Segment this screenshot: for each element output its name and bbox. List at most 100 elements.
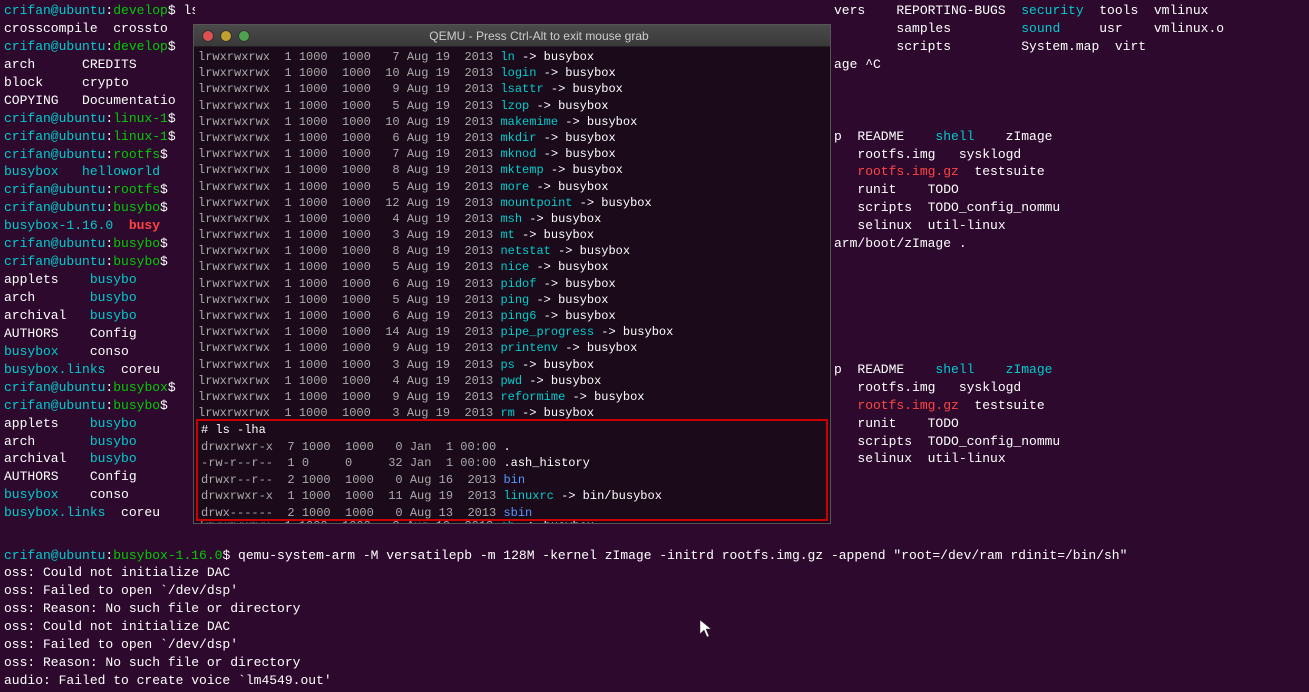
qemu-lsha-line: drwxrwxr-x 1 1000 1000 11 Aug 19 2013 li… — [201, 488, 823, 505]
audio-line: audio: Failed to create voice `lm4549.ou… — [4, 672, 1305, 690]
terminal-line: runit TODO — [834, 415, 1305, 433]
terminal-line: block crypto — [4, 74, 191, 92]
oss-line-1: oss: Could not initialize DAC — [4, 564, 1305, 582]
terminal-line: selinux util-linux — [834, 450, 1305, 468]
terminal-line: COPYING Documentatio — [4, 92, 191, 110]
qemu-content: lrwxrwxrwx 1 1000 1000 7 Aug 19 2013 ln … — [194, 47, 830, 523]
terminal-line: crifan@ubuntu:busybo$ — [4, 253, 191, 271]
qemu-ls-line: lrwxrwxrwx 1 1000 1000 4 Aug 19 2013 msh… — [198, 211, 826, 227]
qemu-title: QEMU - Press Ctrl-Alt to exit mouse grab — [256, 29, 822, 43]
terminal-background: crifan@ubuntu:develop$ ls crosscompile c… — [0, 0, 1309, 692]
qemu-close-button[interactable] — [202, 30, 214, 42]
qemu-ls-line: lrwxrwxrwx 1 1000 1000 5 Aug 19 2013 nic… — [198, 259, 826, 275]
terminal-line: archival busybo — [4, 450, 191, 468]
qemu-ls-line: lrwxrwxrwx 1 1000 1000 3 Aug 19 2013 ps … — [198, 357, 826, 373]
qemu-titlebar: QEMU - Press Ctrl-Alt to exit mouse grab — [194, 25, 830, 47]
terminal-line — [834, 325, 1305, 343]
qemu-ls-line: lrwxrwxrwx 1 1000 1000 9 Aug 19 2013 pri… — [198, 340, 826, 356]
terminal-line: crosscompile crossto — [4, 20, 191, 38]
terminal-line: rootfs.img.gz testsuite — [834, 397, 1305, 415]
terminal-line — [834, 307, 1305, 325]
qemu-lsha-line: drwxrwxr-x 4 1000 1000 0 Aug 19 2013 usr — [201, 521, 823, 523]
qemu-ls-line: lrwxrwxrwx 1 1000 1000 6 Aug 19 2013 mkd… — [198, 130, 826, 146]
terminal-line: scripts TODO_config_nommu — [834, 199, 1305, 217]
qemu-lsha-line: drwx------ 2 1000 1000 0 Aug 13 2013 sbi… — [201, 505, 823, 522]
qemu-ls-line: lrwxrwxrwx 1 1000 1000 14 Aug 19 2013 pi… — [198, 324, 826, 340]
qemu-ls-line: lrwxrwxrwx 1 1000 1000 7 Aug 19 2013 mkn… — [198, 146, 826, 162]
terminal-line: arm/boot/zImage . — [834, 235, 1305, 253]
oss-line-4: oss: Could not initialize DAC — [4, 618, 1305, 636]
qemu-ls-line: lrwxrwxrwx 1 1000 1000 12 Aug 19 2013 mo… — [198, 195, 826, 211]
terminal-line: busybox-1.16.0 busy — [4, 217, 191, 235]
terminal-line: busybox conso — [4, 486, 191, 504]
terminal-line: arch CREDITS — [4, 56, 191, 74]
terminal-line: rootfs.img.gz testsuite — [834, 163, 1305, 181]
terminal-line: crifan@ubuntu:develop$ — [4, 38, 191, 56]
qemu-ls-line: lrwxrwxrwx 1 1000 1000 3 Aug 19 2013 mt … — [198, 227, 826, 243]
terminal-line: crifan@ubuntu:busybo$ — [4, 199, 191, 217]
terminal-line: vers REPORTING-BUGS security tools vmlin… — [834, 2, 1305, 20]
qemu-ls-line: lrwxrwxrwx 1 1000 1000 4 Aug 19 2013 pwd… — [198, 373, 826, 389]
terminal-line: applets busybo — [4, 271, 191, 289]
terminal-line: archival busybo — [4, 307, 191, 325]
qemu-maximize-button[interactable] — [238, 30, 250, 42]
qemu-minimize-button[interactable] — [220, 30, 232, 42]
qemu-ls-line: lrwxrwxrwx 1 1000 1000 8 Aug 19 2013 mkt… — [198, 162, 826, 178]
terminal-line: crifan@ubuntu:linux-1$ — [4, 110, 191, 128]
qemu-lsha-line: drwxrwxr-x 7 1000 1000 0 Jan 1 00:00 . — [201, 439, 823, 456]
qemu-ls-line: lrwxrwxrwx 1 1000 1000 9 Aug 19 2013 lsa… — [198, 81, 826, 97]
bottom-prompt-line: crifan@ubuntu:busybox-1.16.0$ qemu-syste… — [4, 547, 1305, 565]
terminal-line: crifan@ubuntu:busybo$ — [4, 235, 191, 253]
terminal-line: scripts TODO_config_nommu — [834, 433, 1305, 451]
terminal-line: arch busybo — [4, 289, 191, 307]
terminal-line — [834, 74, 1305, 92]
qemu-ls-line: lrwxrwxrwx 1 1000 1000 6 Aug 19 2013 pid… — [198, 276, 826, 292]
terminal-line: AUTHORS Config — [4, 325, 191, 343]
qemu-ls-line: lrwxrwxrwx 1 1000 1000 9 Aug 19 2013 ref… — [198, 389, 826, 405]
terminal-line — [834, 271, 1305, 289]
terminal-line: crifan@ubuntu:develop$ ls — [4, 2, 191, 20]
terminal-line: crifan@ubuntu:busybox$ — [4, 379, 191, 397]
terminal-line: crifan@ubuntu:linux-1$ — [4, 128, 191, 146]
qemu-ls-line: lrwxrwxrwx 1 1000 1000 5 Aug 19 2013 pin… — [198, 292, 826, 308]
qemu-window[interactable]: QEMU - Press Ctrl-Alt to exit mouse grab… — [193, 24, 831, 524]
terminal-line: p README shell zImage — [834, 128, 1305, 146]
oss-line-3: oss: Reason: No such file or directory — [4, 600, 1305, 618]
oss-line-5: oss: Failed to open `/dev/dsp' — [4, 636, 1305, 654]
qemu-ls-line: lrwxrwxrwx 1 1000 1000 7 Aug 19 2013 ln … — [198, 49, 826, 65]
terminal-line: rootfs.img sysklogd — [834, 146, 1305, 164]
qemu-ls-line: lrwxrwxrwx 1 1000 1000 8 Aug 19 2013 net… — [198, 243, 826, 259]
terminal-line: crifan@ubuntu:rootfs$ — [4, 146, 191, 164]
terminal-line: scripts System.map virt — [834, 38, 1305, 56]
terminal-line: crifan@ubuntu:rootfs$ — [4, 181, 191, 199]
qemu-lsha-line: # ls -lha — [201, 422, 823, 439]
terminal-line: AUTHORS Config — [4, 468, 191, 486]
terminal-line: samples sound usr vmlinux.o — [834, 20, 1305, 38]
terminal-line — [834, 110, 1305, 128]
terminal-line: crifan@ubuntu:busybo$ — [4, 397, 191, 415]
qemu-lsha-line: -rw-r--r-- 1 0 0 32 Jan 1 00:00 .ash_his… — [201, 455, 823, 472]
terminal-line — [834, 92, 1305, 110]
terminal-line: age ^C — [834, 56, 1305, 74]
terminal-line — [834, 343, 1305, 361]
terminal-line — [834, 289, 1305, 307]
terminal-line: busybox helloworld — [4, 163, 191, 181]
terminal-line: rootfs.img sysklogd — [834, 379, 1305, 397]
oss-line-6: oss: Reason: No such file or directory — [4, 654, 1305, 672]
terminal-line: busybox.links coreu — [4, 504, 191, 522]
terminal-line: p README shell zImage — [834, 361, 1305, 379]
terminal-line: busybox conso — [4, 343, 191, 361]
qemu-ls-line: lrwxrwxrwx 1 1000 1000 6 Aug 19 2013 pin… — [198, 308, 826, 324]
qemu-ls-line: lrwxrwxrwx 1 1000 1000 5 Aug 19 2013 lzo… — [198, 98, 826, 114]
qemu-ls-line: lrwxrwxrwx 1 1000 1000 5 Aug 19 2013 mor… — [198, 179, 826, 195]
terminal-line: runit TODO — [834, 181, 1305, 199]
terminal-line: arch busybo — [4, 433, 191, 451]
qemu-ls-line: lrwxrwxrwx 1 1000 1000 10 Aug 19 2013 lo… — [198, 65, 826, 81]
terminal-line: busybox.links coreu — [4, 361, 191, 379]
qemu-ls-line: lrwxrwxrwx 1 1000 1000 10 Aug 19 2013 ma… — [198, 114, 826, 130]
terminal-line — [834, 253, 1305, 271]
qemu-lsha-section: # ls -lha drwxrwxr-x 7 1000 1000 0 Jan 1… — [196, 419, 828, 521]
terminal-line: selinux util-linux — [834, 217, 1305, 235]
oss-line-2: oss: Failed to open `/dev/dsp' — [4, 582, 1305, 600]
bottom-terminal: crifan@ubuntu:busybox-1.16.0$ qemu-syste… — [0, 545, 1309, 692]
